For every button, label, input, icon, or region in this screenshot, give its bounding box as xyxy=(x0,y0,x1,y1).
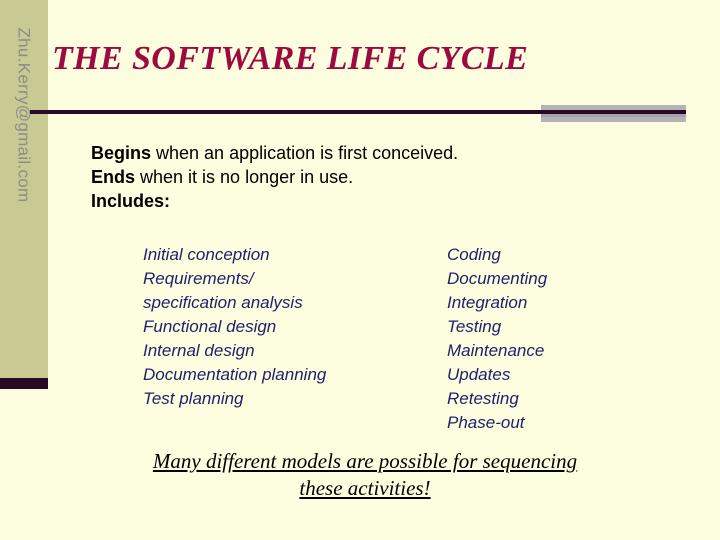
list-item: Phase-out xyxy=(447,413,525,432)
activities-column-left: Initial conception Requirements/ specifi… xyxy=(143,243,326,411)
list-item: Requirements/ xyxy=(143,269,254,288)
closing-line-2: these activities! xyxy=(299,476,431,500)
body-line-begins: Begins when an application is first conc… xyxy=(91,141,651,165)
list-item: Testing xyxy=(447,317,502,336)
page-title: THE SOFTWARE LIFE CYCLE xyxy=(52,40,529,77)
sidebar-footer-bar xyxy=(0,378,48,389)
list-item: Test planning xyxy=(143,389,244,408)
sidebar-credit: Zhu.Kerry@gmail.com xyxy=(0,0,48,378)
title-divider-rule xyxy=(30,110,686,114)
body-line-ends: Ends when it is no longer in use. xyxy=(91,165,651,189)
body-rest-ends: when it is no longer in use. xyxy=(135,167,354,187)
list-item: Functional design xyxy=(143,317,277,336)
list-item: Retesting xyxy=(447,389,519,408)
list-item: Documentation planning xyxy=(143,365,327,384)
list-item: Coding xyxy=(447,245,501,264)
list-item: Initial conception xyxy=(143,245,270,264)
list-item: specification analysis xyxy=(143,293,303,312)
list-item: Integration xyxy=(447,293,528,312)
list-item: Internal design xyxy=(143,341,255,360)
closing-line-1: Many different models are possible for s… xyxy=(152,449,578,473)
body-lead-ends: Ends xyxy=(91,167,136,187)
list-item: Documenting xyxy=(447,269,548,288)
closing-statement: Many different models are possible for s… xyxy=(80,448,650,502)
body-lead-begins: Begins xyxy=(91,143,152,163)
list-item: Updates xyxy=(447,365,511,384)
slide-canvas: Zhu.Kerry@gmail.com THE SOFTWARE LIFE CY… xyxy=(0,0,720,540)
sidebar-credit-text: Zhu.Kerry@gmail.com xyxy=(15,27,34,203)
activities-column-right: Coding Documenting Integration Testing M… xyxy=(447,243,547,435)
body-text: Begins when an application is first conc… xyxy=(91,141,651,213)
body-lead-includes: Includes: xyxy=(91,191,171,211)
body-rest-begins: when an application is first conceived. xyxy=(151,143,459,163)
list-item: Maintenance xyxy=(447,341,545,360)
body-line-includes: Includes: xyxy=(91,189,651,213)
